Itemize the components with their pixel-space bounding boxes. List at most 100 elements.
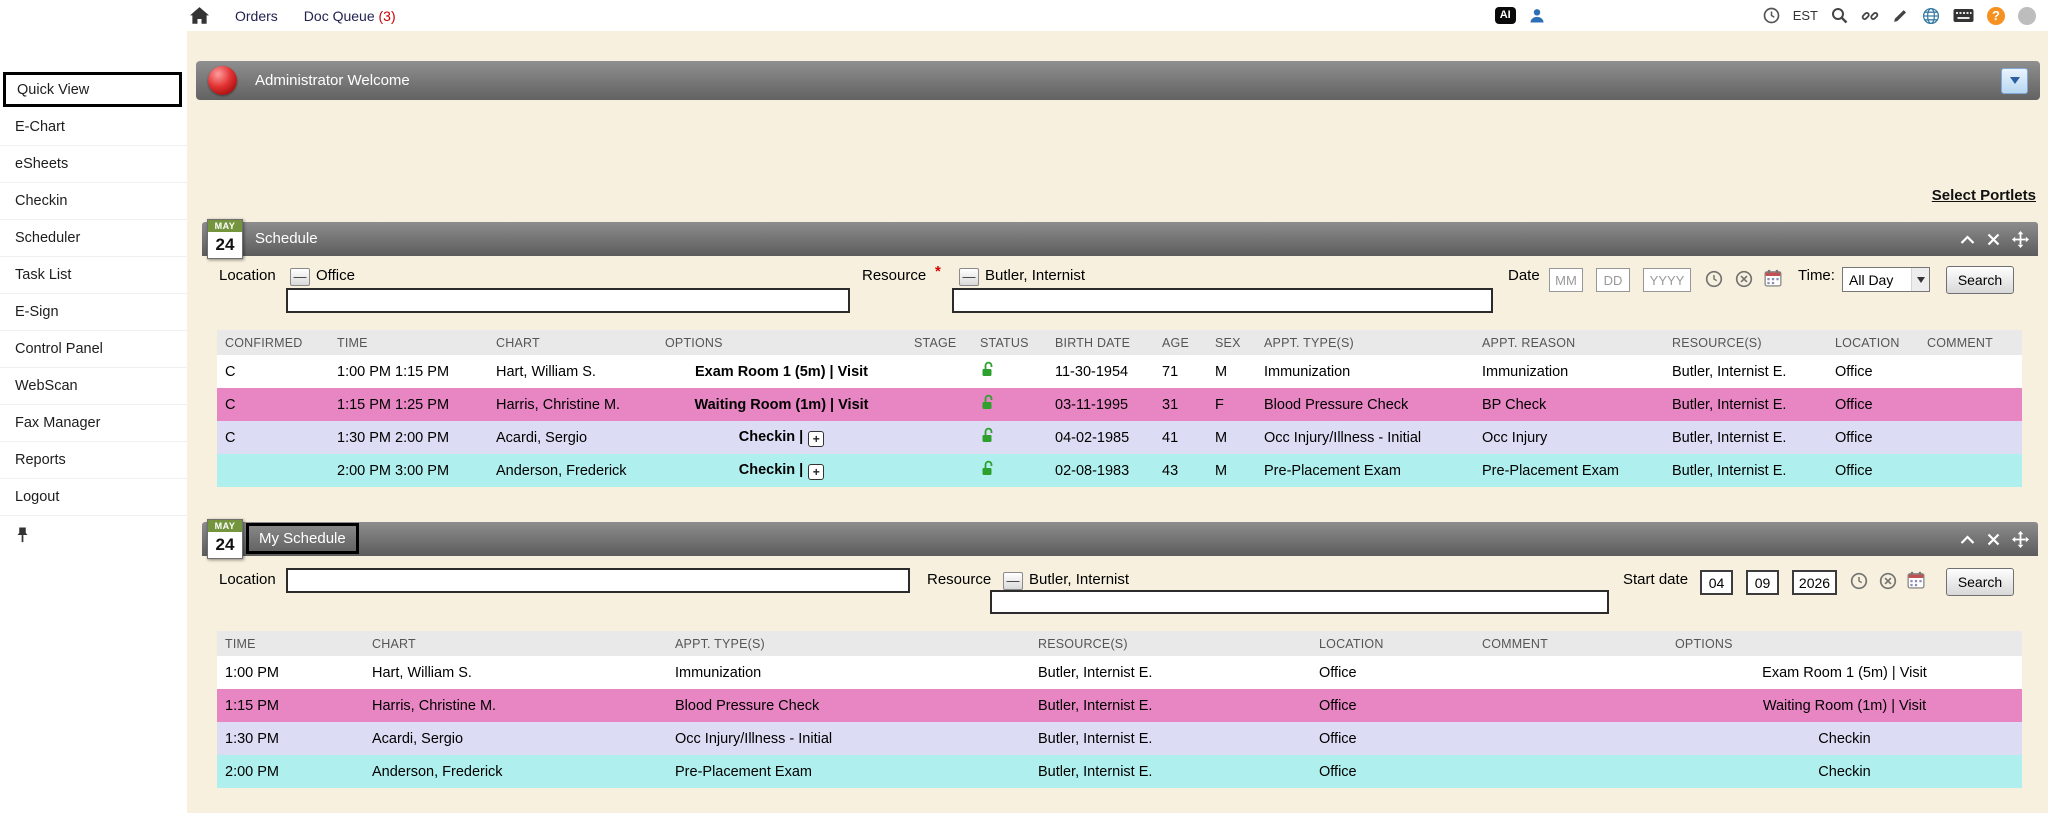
globe-icon[interactable] <box>1922 7 1940 25</box>
resource-input[interactable] <box>952 288 1493 313</box>
keyboard-icon[interactable] <box>1953 8 1974 23</box>
options-links[interactable]: Checkin | <box>739 462 804 478</box>
cell-options[interactable]: Checkin <box>1667 755 2022 788</box>
cell-chart[interactable]: Hart, William S. <box>488 355 657 388</box>
location-input[interactable] <box>286 288 850 313</box>
clear-date-icon[interactable] <box>1735 270 1753 288</box>
cell-comment <box>1474 722 1667 755</box>
my-schedule-row[interactable]: 2:00 PM Anderson, Frederick Pre-Placemen… <box>217 755 2022 788</box>
calendar-picker-icon[interactable] <box>1907 571 1925 589</box>
start-day-input[interactable] <box>1746 570 1779 595</box>
options-links[interactable]: Waiting Room (1m) | Visit <box>694 397 868 413</box>
clock-icon[interactable] <box>1763 7 1780 24</box>
location-label: Location <box>219 267 276 284</box>
schedule-search-button[interactable]: Search <box>1946 266 2014 294</box>
options-links[interactable]: Exam Room 1 (5m) | Visit <box>695 364 868 380</box>
cell-chart[interactable]: Anderson, Frederick <box>364 755 667 788</box>
sidebar-item-checkin[interactable]: Checkin <box>0 183 187 220</box>
sidebar-item-scheduler[interactable]: Scheduler <box>0 220 187 257</box>
time-picker-icon[interactable] <box>1705 270 1723 288</box>
cell-chart[interactable]: Harris, Christine M. <box>488 388 657 421</box>
sidebar-item-e-sign[interactable]: E-Sign <box>0 294 187 331</box>
clear-date-icon[interactable] <box>1879 572 1897 590</box>
welcome-collapse-button[interactable] <box>2001 68 2028 94</box>
time-select[interactable]: All Day <box>1842 267 1930 292</box>
cell-appt-types: Blood Pressure Check <box>1256 388 1474 421</box>
schedule-row[interactable]: C 1:00 PM 1:15 PM Hart, William S. Exam … <box>217 355 2022 388</box>
unlocked-icon <box>980 394 996 411</box>
sidebar-item-reports[interactable]: Reports <box>0 442 187 479</box>
cell-birth-date: 02-08-1983 <box>1047 454 1154 487</box>
checkin-grid-icon[interactable]: + <box>808 431 824 447</box>
status-circle-icon[interactable] <box>2018 7 2036 25</box>
resource-clear-button[interactable]: — <box>1003 572 1023 590</box>
resource-clear-button[interactable]: — <box>959 268 979 286</box>
my-schedule-row[interactable]: 1:15 PM Harris, Christine M. Blood Press… <box>217 689 2022 722</box>
calendar-picker-icon[interactable] <box>1764 269 1782 287</box>
resource-input[interactable] <box>990 590 1609 614</box>
nav-doc-queue-link[interactable]: Doc Queue (3) <box>304 8 396 24</box>
search-icon[interactable] <box>1831 7 1848 24</box>
cell-chart[interactable]: Acardi, Sergio <box>364 722 667 755</box>
date-month-input[interactable] <box>1549 268 1583 292</box>
cell-chart[interactable]: Harris, Christine M. <box>364 689 667 722</box>
my-schedule-search-button[interactable]: Search <box>1946 568 2014 596</box>
cell-options[interactable]: Checkin <box>1667 722 2022 755</box>
collapse-portlet-icon[interactable] <box>1960 535 1975 545</box>
time-picker-icon[interactable] <box>1850 572 1868 590</box>
sidebar-item-webscan[interactable]: WebScan <box>0 368 187 405</box>
cell-options[interactable]: Checkin |+ <box>657 421 906 454</box>
schedule-row[interactable]: C 1:30 PM 2:00 PM Acardi, Sergio Checkin… <box>217 421 2022 454</box>
home-icon[interactable] <box>190 7 209 25</box>
pen-icon[interactable] <box>1892 7 1909 24</box>
my-schedule-row[interactable]: 1:00 PM Hart, William S. Immunization Bu… <box>217 656 2022 689</box>
collapse-portlet-icon[interactable] <box>1960 235 1975 245</box>
sidebar-item-task-list[interactable]: Task List <box>0 257 187 294</box>
ai-badge-icon[interactable]: AI <box>1495 7 1516 24</box>
cell-options[interactable]: Exam Room 1 (5m) | Visit+ <box>657 355 906 388</box>
my-schedule-portlet-header: My Schedule <box>202 522 2038 556</box>
sidebar-item-quick-view[interactable]: Quick View <box>3 72 182 107</box>
link-icon[interactable] <box>1861 7 1879 25</box>
sidebar-item-e-chart[interactable]: E-Chart <box>0 109 187 146</box>
cell-appt-reason: BP Check <box>1474 388 1664 421</box>
pin-icon[interactable] <box>16 526 29 543</box>
sidebar-item-control-panel[interactable]: Control Panel <box>0 331 187 368</box>
close-portlet-icon[interactable] <box>1987 533 2000 546</box>
top-navigation-bar: Orders Doc Queue (3) AI EST ? <box>0 0 2048 31</box>
move-portlet-icon[interactable] <box>2012 531 2029 548</box>
close-portlet-icon[interactable] <box>1987 233 2000 246</box>
location-input[interactable] <box>286 568 910 593</box>
sidebar-item-logout[interactable]: Logout <box>0 479 187 516</box>
cell-chart[interactable]: Anderson, Frederick <box>488 454 657 487</box>
location-clear-button[interactable]: — <box>290 268 310 286</box>
col-resources: RESOURCE(S) <box>1030 631 1311 656</box>
col-location: LOCATION <box>1827 330 1919 355</box>
cell-options[interactable]: Waiting Room (1m) | Visit+ <box>657 388 906 421</box>
nav-orders-link[interactable]: Orders <box>235 8 278 24</box>
cell-options[interactable]: Waiting Room (1m) | Visit <box>1667 689 2022 722</box>
cell-options[interactable]: Exam Room 1 (5m) | Visit <box>1667 656 2022 689</box>
schedule-row[interactable]: 2:00 PM 3:00 PM Anderson, Frederick Chec… <box>217 454 2022 487</box>
options-links[interactable]: Checkin | <box>739 429 804 445</box>
schedule-row[interactable]: C 1:15 PM 1:25 PM Harris, Christine M. W… <box>217 388 2022 421</box>
cell-options[interactable]: Checkin |+ <box>657 454 906 487</box>
sidebar-item-esheets[interactable]: eSheets <box>0 146 187 183</box>
select-portlets-link[interactable]: Select Portlets <box>1932 187 2036 204</box>
schedule-table: CONFIRMED TIME CHART OPTIONS STAGE STATU… <box>217 330 2022 487</box>
cell-appt-types: Pre-Placement Exam <box>667 755 1030 788</box>
start-month-input[interactable] <box>1700 570 1733 595</box>
col-sex: SEX <box>1207 330 1256 355</box>
my-schedule-row[interactable]: 1:30 PM Acardi, Sergio Occ Injury/Illnes… <box>217 722 2022 755</box>
help-icon[interactable]: ? <box>1987 7 2005 25</box>
cell-chart[interactable]: Hart, William S. <box>364 656 667 689</box>
sidebar-item-fax-manager[interactable]: Fax Manager <box>0 405 187 442</box>
user-person-icon[interactable] <box>1529 7 1545 24</box>
date-year-input[interactable] <box>1643 268 1691 292</box>
start-year-input[interactable] <box>1792 570 1837 595</box>
cell-status <box>972 454 1047 487</box>
checkin-grid-icon[interactable]: + <box>808 464 824 480</box>
move-portlet-icon[interactable] <box>2012 231 2029 248</box>
cell-chart[interactable]: Acardi, Sergio <box>488 421 657 454</box>
date-day-input[interactable] <box>1596 268 1630 292</box>
